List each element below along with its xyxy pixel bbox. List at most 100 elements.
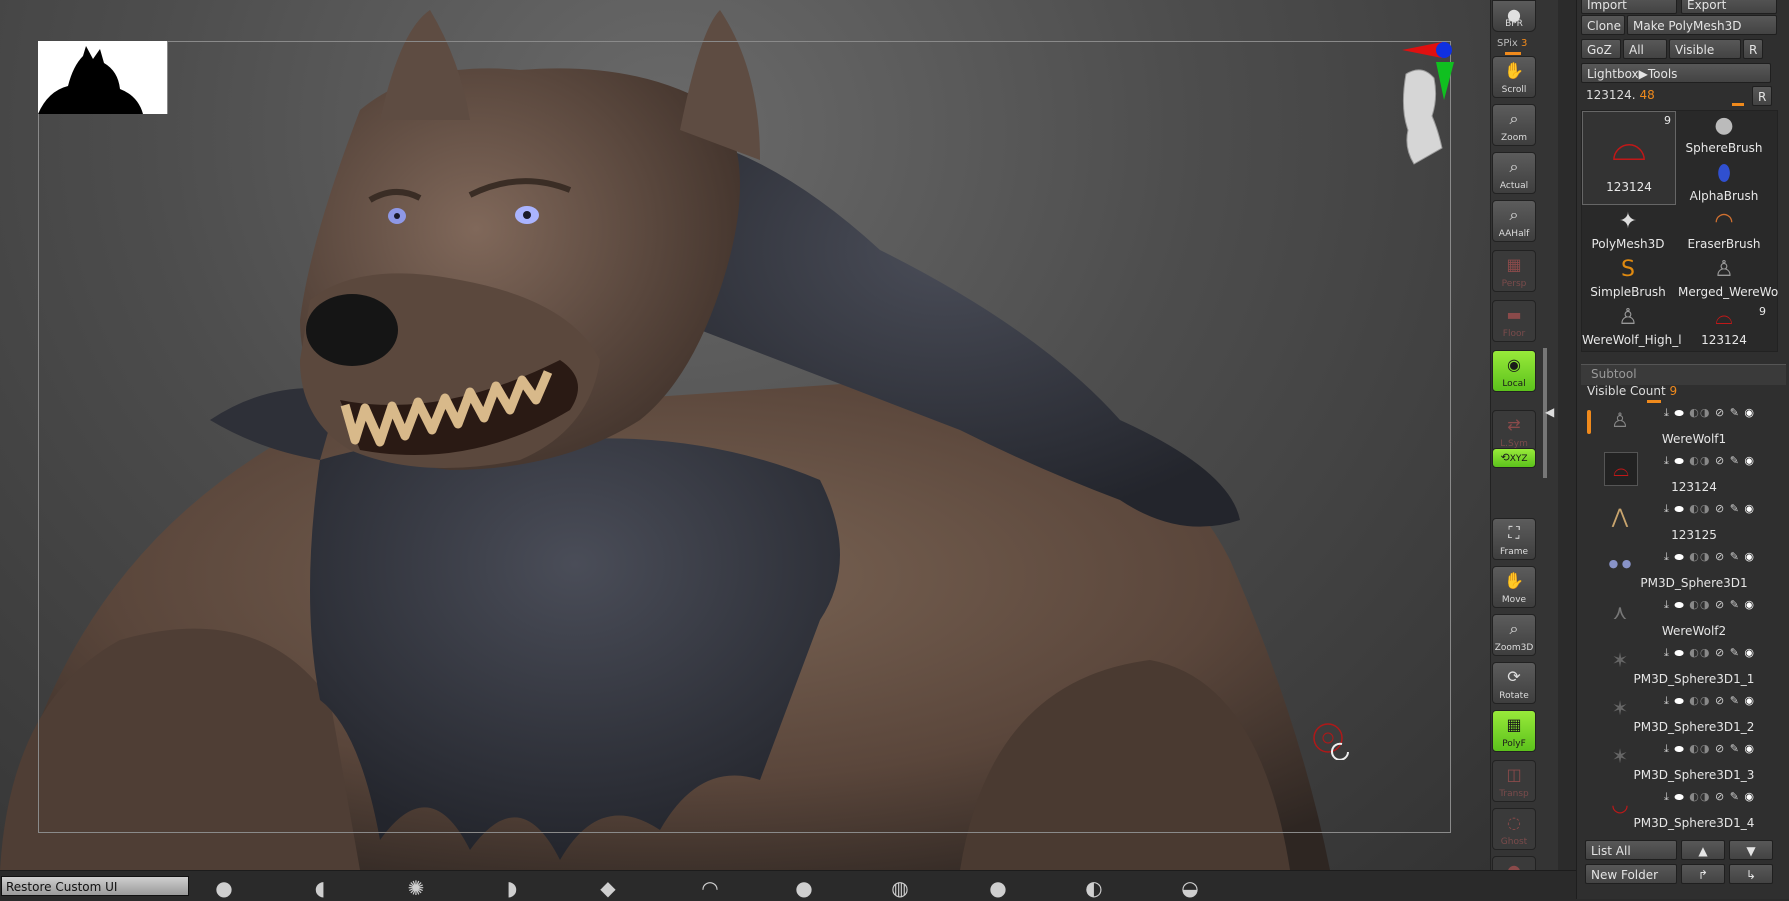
toggle-off-icon[interactable]: ◐◑ [1689, 790, 1710, 803]
subtool-controls[interactable]: ⤓ ⬬ ◐◑ ⊘ ✎ ◉ [1664, 742, 1755, 756]
brush-move-icon[interactable]: ◖ [302, 875, 338, 900]
tool-tile[interactable]: S SimpleBrush [1582, 255, 1674, 301]
subtool-controls[interactable]: ⤓ ⬬ ◐◑ ⊘ ✎ ◉ [1664, 550, 1755, 564]
collapse-arrow-icon[interactable]: ◀ [1545, 405, 1554, 419]
subtool-scrollbar[interactable] [1587, 410, 1591, 434]
new-folder-button[interactable]: New Folder [1585, 864, 1677, 884]
brush-toggle-icon[interactable]: ⤓ [1664, 694, 1670, 707]
subtool-controls[interactable]: ⤓ ⬬ ◐◑ ⊘ ✎ ◉ [1664, 598, 1755, 612]
shelf-l-sym-button[interactable]: ⇄ L.Sym [1492, 410, 1536, 452]
toggle-on-icon[interactable]: ⬬ [1674, 502, 1684, 515]
shelf-scroll-button[interactable]: ✋ Scroll [1492, 56, 1536, 98]
canvas-viewport[interactable] [0, 0, 1490, 870]
tool-tile[interactable]: ● SphereBrush [1678, 111, 1770, 157]
brush-dam-icon[interactable]: ◆ [590, 875, 626, 900]
eye-icon[interactable]: ◉ [1744, 454, 1755, 467]
tool-r-button[interactable]: R [1752, 86, 1772, 106]
subtool-header[interactable]: Subtool [1581, 364, 1786, 385]
goz-all-button[interactable]: All [1623, 39, 1667, 59]
subtool-controls[interactable]: ⤓ ⬬ ◐◑ ⊘ ✎ ◉ [1664, 694, 1755, 708]
paint-icon[interactable]: ✎ [1730, 790, 1740, 803]
dynamic-icon[interactable]: ⊘ [1715, 742, 1725, 755]
paint-icon[interactable]: ✎ [1730, 454, 1740, 467]
brush-inflate-icon[interactable]: ● [786, 875, 822, 900]
dynamic-icon[interactable]: ⊘ [1715, 502, 1725, 515]
shelf-transp-button[interactable]: ◫ Transp [1492, 760, 1536, 802]
shelf-actual-button[interactable]: ⌕ Actual [1492, 152, 1536, 194]
brush-flatten-icon[interactable]: ◒ [1172, 875, 1208, 900]
toggle-off-icon[interactable]: ◐◑ [1689, 406, 1710, 419]
shelf-polyf-button[interactable]: ▦ PolyF [1492, 710, 1536, 752]
paint-icon[interactable]: ✎ [1730, 406, 1740, 419]
eye-icon[interactable]: ◉ [1744, 550, 1755, 563]
subtool-row[interactable]: ♙ ⤓ ⬬ ◐◑ ⊘ ✎ ◉ WereWolf1 [1600, 404, 1788, 448]
brush-toggle-icon[interactable]: ⤓ [1664, 790, 1670, 803]
brush-toggle-icon[interactable]: ⤓ [1664, 598, 1670, 611]
current-tool-readout[interactable]: 123124. 48 [1586, 88, 1655, 102]
folder-action-button[interactable]: ↱ [1681, 864, 1725, 884]
subtool-controls[interactable]: ⤓ ⬬ ◐◑ ⊘ ✎ ◉ [1664, 790, 1755, 804]
shelf-xyz-button[interactable]: ⟲XYZ [1492, 448, 1536, 468]
brush-toggle-icon[interactable]: ⤓ [1664, 550, 1670, 563]
shelf-persp-button[interactable]: ▦ Persp [1492, 250, 1536, 292]
eye-icon[interactable]: ◉ [1744, 502, 1755, 515]
bpr-button[interactable]: ● BPR [1492, 0, 1536, 32]
paint-icon[interactable]: ✎ [1730, 694, 1740, 707]
import-button[interactable]: Import [1581, 0, 1677, 14]
subtool-row[interactable]: ⋏ ⤓ ⬬ ◐◑ ⊘ ✎ ◉ WereWolf2 [1600, 592, 1788, 640]
tool-tile[interactable]: ⬮ AlphaBrush [1678, 159, 1770, 205]
toggle-off-icon[interactable]: ◐◑ [1689, 502, 1710, 515]
shelf-ghost-button[interactable]: ◌ Ghost [1492, 808, 1536, 850]
shelf-aahalf-button[interactable]: ⌕ AAHalf [1492, 200, 1536, 242]
restore-custom-ui-button[interactable]: Restore Custom UI [1, 876, 189, 896]
list-all-button[interactable]: List All [1585, 840, 1677, 860]
paint-icon[interactable]: ✎ [1730, 598, 1740, 611]
brush-spikes-icon[interactable]: ✺ [398, 875, 434, 900]
brush-pinch-icon[interactable]: ◍ [882, 875, 918, 900]
folder-return-button[interactable]: ↳ [1729, 864, 1773, 884]
paint-icon[interactable]: ✎ [1730, 646, 1740, 659]
brush-snake-icon[interactable]: ◠ [692, 875, 728, 900]
toggle-on-icon[interactable]: ⬬ [1674, 454, 1684, 467]
goz-button[interactable]: GoZ [1581, 39, 1621, 59]
brush-toggle-icon[interactable]: ⤓ [1664, 454, 1670, 467]
toggle-off-icon[interactable]: ◐◑ [1689, 742, 1710, 755]
orientation-gizmo[interactable] [1392, 38, 1462, 168]
subtool-controls[interactable]: ⤓ ⬬ ◐◑ ⊘ ✎ ◉ [1664, 502, 1755, 516]
spix-slider[interactable] [1505, 52, 1521, 55]
paint-icon[interactable]: ✎ [1730, 742, 1740, 755]
visible-count-slider[interactable] [1647, 400, 1661, 403]
subtool-controls[interactable]: ⤓ ⬬ ◐◑ ⊘ ✎ ◉ [1664, 406, 1755, 420]
eye-icon[interactable]: ◉ [1744, 598, 1755, 611]
eye-icon[interactable]: ◉ [1744, 742, 1755, 755]
toggle-off-icon[interactable]: ◐◑ [1689, 598, 1710, 611]
toggle-on-icon[interactable]: ⬬ [1674, 598, 1684, 611]
brush-toggle-icon[interactable]: ⤓ [1664, 406, 1670, 419]
navigator-thumbnail[interactable] [38, 41, 168, 114]
shelf-move-button[interactable]: ✋ Move [1492, 566, 1536, 608]
toggle-on-icon[interactable]: ⬬ [1674, 550, 1684, 563]
toggle-on-icon[interactable]: ⬬ [1674, 742, 1684, 755]
visible-count[interactable]: Visible Count 9 [1587, 384, 1677, 398]
dynamic-icon[interactable]: ⊘ [1715, 790, 1725, 803]
toggle-off-icon[interactable]: ◐◑ [1689, 694, 1710, 707]
dynamic-icon[interactable]: ⊘ [1715, 454, 1725, 467]
toggle-off-icon[interactable]: ◐◑ [1689, 454, 1710, 467]
subtool-row[interactable]: ⌓ ⤓ ⬬ ◐◑ ⊘ ✎ ◉ 123124 [1600, 448, 1788, 496]
tool-tile[interactable]: ♙ Merged_WereWo [1678, 255, 1778, 301]
tool-tile[interactable]: ⌓ 123124 9 [1582, 111, 1676, 205]
tool-tile[interactable]: ✦ PolyMesh3D [1582, 207, 1674, 253]
toggle-on-icon[interactable]: ⬬ [1674, 646, 1684, 659]
tool-tile[interactable]: ◠ EraserBrush [1678, 207, 1770, 253]
brush-toggle-icon[interactable]: ⤓ [1664, 742, 1670, 755]
move-up-button[interactable]: ▲ [1681, 840, 1725, 860]
toggle-on-icon[interactable]: ⬬ [1674, 406, 1684, 419]
dynamic-icon[interactable]: ⊘ [1715, 406, 1725, 419]
brush-toggle-icon[interactable]: ⤓ [1664, 646, 1670, 659]
toggle-off-icon[interactable]: ◐◑ [1689, 550, 1710, 563]
shelf-frame-button[interactable]: ⛶ Frame [1492, 518, 1536, 560]
dynamic-icon[interactable]: ⊘ [1715, 550, 1725, 563]
toggle-on-icon[interactable]: ⬬ [1674, 790, 1684, 803]
subtool-row[interactable]: ✶ ⤓ ⬬ ◐◑ ⊘ ✎ ◉ PM3D_Sphere3D1_2 [1600, 688, 1788, 736]
subtool-row[interactable]: ✶ ⤓ ⬬ ◐◑ ⊘ ✎ ◉ PM3D_Sphere3D1_1 [1600, 640, 1788, 688]
